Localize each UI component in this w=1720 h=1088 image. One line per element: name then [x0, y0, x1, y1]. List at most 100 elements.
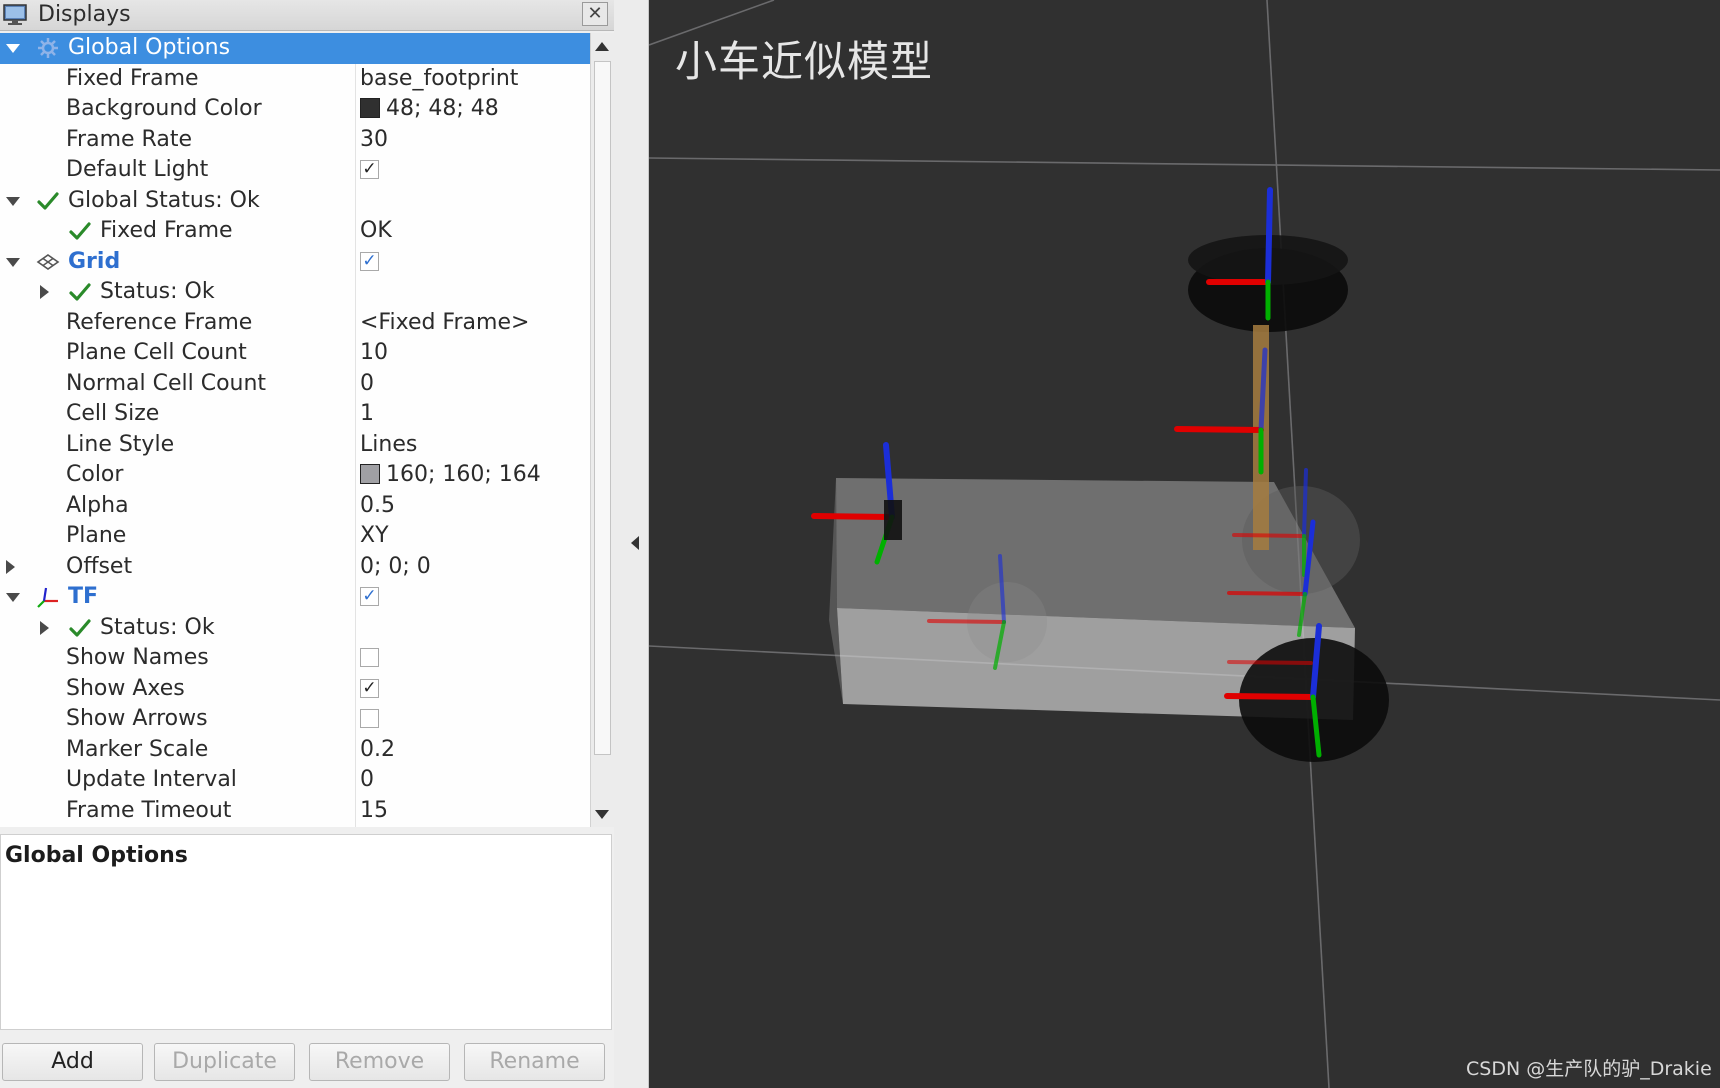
rename-button[interactable]: Rename	[464, 1043, 605, 1081]
displays-panel: Displays ✕ Global Options Fixed Frame base…	[0, 0, 614, 1088]
property-label: Global Options	[68, 35, 231, 60]
property-value[interactable]: <Fixed Frame>	[360, 309, 529, 337]
scroll-thumb[interactable]	[594, 61, 611, 755]
tree-row-plane-cell-count[interactable]: Plane Cell Count 10	[0, 338, 590, 369]
color-swatch[interactable]	[360, 464, 380, 484]
close-panel-button[interactable]: ✕	[582, 2, 608, 26]
property-value-text: OK	[360, 218, 392, 243]
tree-row-plane[interactable]: Plane XY	[0, 521, 590, 552]
property-value[interactable]: 30	[360, 126, 388, 154]
property-value[interactable]: 0.2	[360, 736, 395, 764]
expand-right-arrow-icon[interactable]	[40, 285, 49, 299]
tree-row-status-ok[interactable]: Status: Ok	[0, 277, 590, 308]
collapse-arrow-icon[interactable]	[631, 536, 639, 550]
property-label: Show Names	[66, 645, 209, 670]
description-title: Global Options	[5, 843, 188, 868]
3d-scene[interactable]	[649, 0, 1720, 1088]
color-swatch[interactable]	[360, 98, 380, 118]
property-label: Cell Size	[66, 401, 160, 426]
property-value[interactable]: base_footprint	[360, 65, 518, 93]
tree-row-update-interval[interactable]: Update Interval 0	[0, 765, 590, 796]
property-description: Global Options	[0, 834, 612, 1030]
checkbox-tf[interactable]: ✓	[360, 587, 379, 606]
duplicate-button[interactable]: Duplicate	[154, 1043, 295, 1081]
check-icon	[68, 219, 92, 243]
checkbox-show-arrows[interactable]	[360, 709, 379, 728]
property-value[interactable]: 15	[360, 797, 388, 825]
scene-title: 小车近似模型	[675, 37, 934, 86]
property-value[interactable]: 0; 0; 0	[360, 553, 431, 581]
tree-row-background-color[interactable]: Background Color 48; 48; 48	[0, 94, 590, 125]
property-label: Status: Ok	[100, 614, 215, 640]
tree-row-default-light[interactable]: Default Light ✓	[0, 155, 590, 186]
check-icon	[68, 616, 92, 640]
property-value-text: XY	[360, 523, 389, 548]
checkbox-default-light[interactable]: ✓	[360, 160, 379, 179]
scroll-down-arrow-icon[interactable]	[595, 810, 609, 819]
expand-right-arrow-icon[interactable]	[40, 620, 49, 635]
tree-row-show-names[interactable]: Show Names	[0, 643, 590, 674]
property-value[interactable]: Lines	[360, 431, 417, 459]
property-value[interactable]: 0	[360, 370, 374, 398]
property-value[interactable]: 160; 160; 164	[360, 461, 541, 489]
tree-row-reference-frame[interactable]: Reference Frame <Fixed Frame>	[0, 308, 590, 339]
check-icon	[68, 280, 92, 304]
tree-row-tf[interactable]: TF ✓	[0, 582, 590, 613]
property-label: Offset	[66, 553, 133, 579]
property-label: Color	[66, 462, 124, 487]
3d-viewport[interactable]	[649, 0, 1720, 1088]
monitor-icon	[3, 4, 27, 25]
scroll-up-arrow-icon[interactable]	[595, 42, 609, 51]
display-tree[interactable]: Global Options Fixed Frame base_footprint B…	[0, 33, 590, 827]
property-value-text: Lines	[360, 431, 418, 457]
tree-row-color[interactable]: Color 160; 160; 164	[0, 460, 590, 491]
tree-row-alpha[interactable]: Alpha 0.5	[0, 491, 590, 522]
property-value[interactable]: 48; 48; 48	[360, 95, 499, 123]
tree-row-cell-size[interactable]: Cell Size 1	[0, 399, 590, 430]
property-value[interactable]: 10	[360, 339, 388, 367]
property-label: Show Axes	[66, 675, 185, 701]
property-label: Alpha	[66, 492, 129, 518]
property-value-text: 48; 48; 48	[386, 96, 499, 121]
property-label: Plane Cell Count	[66, 340, 247, 365]
tree-row-fixed-frame[interactable]: Fixed Frame base_footprint	[0, 64, 590, 95]
property-value[interactable]: 1	[360, 400, 374, 428]
checkbox-show-names[interactable]	[360, 648, 379, 667]
property-label: Default Light	[66, 157, 209, 182]
expand-down-arrow-icon[interactable]	[6, 257, 20, 267]
expand-right-arrow-icon[interactable]	[6, 559, 15, 574]
tree-row-show-arrows[interactable]: Show Arrows	[0, 704, 590, 735]
checkbox-grid[interactable]: ✓	[360, 251, 379, 271]
tree-row-global-status-ok[interactable]: Global Status: Ok	[0, 186, 590, 217]
tree-row-status-ok[interactable]: Status: Ok	[0, 613, 590, 644]
checkbox-show-axes[interactable]: ✓	[360, 678, 379, 698]
tree-row-global-options[interactable]: Global Options	[0, 33, 590, 64]
property-value-text: 0.2	[360, 736, 395, 762]
tree-scrollbar[interactable]	[590, 33, 614, 827]
tree-row-line-style[interactable]: Line Style Lines	[0, 430, 590, 461]
property-value-text: base_footprint	[360, 65, 519, 91]
property-value-text: 10	[360, 340, 388, 365]
property-value-text: 30	[360, 126, 388, 152]
property-label: Normal Cell Count	[66, 370, 267, 396]
property-label: Line Style	[66, 431, 175, 457]
expand-down-arrow-icon[interactable]	[6, 593, 20, 602]
expand-down-arrow-icon[interactable]	[6, 44, 20, 53]
tree-row-grid[interactable]: Grid ✓	[0, 247, 590, 278]
tree-row-frame-rate[interactable]: Frame Rate 30	[0, 125, 590, 156]
property-value[interactable]: XY	[360, 522, 389, 550]
property-value[interactable]: 0	[360, 766, 374, 794]
tree-row-fixed-frame[interactable]: Fixed Frame OK	[0, 216, 590, 247]
property-value[interactable]: 0.5	[360, 492, 395, 520]
tree-row-show-axes[interactable]: Show Axes ✓	[0, 674, 590, 705]
tree-row-normal-cell-count[interactable]: Normal Cell Count 0	[0, 369, 590, 400]
remove-button[interactable]: Remove	[309, 1043, 450, 1081]
property-value-text: 0	[360, 767, 374, 792]
property-value[interactable]: OK	[360, 217, 392, 245]
tree-row-marker-scale[interactable]: Marker Scale 0.2	[0, 735, 590, 766]
tree-row-offset[interactable]: Offset 0; 0; 0	[0, 552, 590, 583]
add-button[interactable]: Add	[2, 1043, 143, 1081]
tree-row-frame-timeout[interactable]: Frame Timeout 15	[0, 796, 590, 827]
close-icon: ✕	[587, 3, 603, 24]
expand-down-arrow-icon[interactable]	[6, 196, 20, 206]
